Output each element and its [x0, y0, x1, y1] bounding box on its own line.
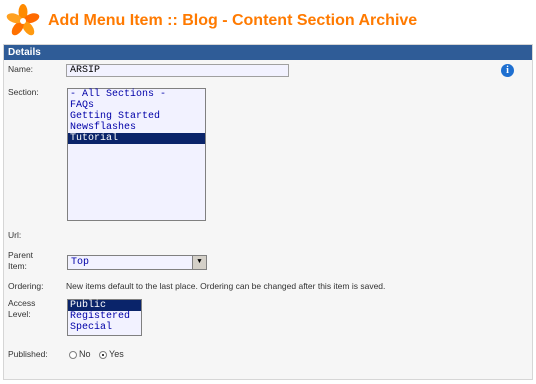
- access-option-public[interactable]: Public: [68, 300, 141, 311]
- name-label: Name:: [8, 64, 34, 74]
- parent-item-value: Top: [71, 257, 90, 268]
- published-yes-radio[interactable]: [99, 350, 108, 359]
- page-header: Add Menu Item :: Blog - Content Section …: [0, 0, 536, 42]
- info-icon[interactable]: i: [501, 64, 514, 77]
- section-option-all[interactable]: - All Sections -: [68, 89, 205, 100]
- section-listbox[interactable]: - All Sections - FAQs Getting Started Ne…: [67, 88, 206, 221]
- section-label: Section:: [8, 87, 39, 97]
- section-option-tutorial[interactable]: Tutorial: [68, 133, 205, 144]
- ordering-text: New items default to the last place. Ord…: [66, 281, 386, 291]
- name-field[interactable]: ARSIP: [66, 64, 289, 77]
- parent-item-label-line1: Parent: [8, 250, 34, 260]
- access-option-special[interactable]: Special: [68, 322, 141, 333]
- section-option-newsflashes[interactable]: Newsflashes: [68, 122, 205, 133]
- details-header: Details: [4, 45, 532, 60]
- published-no-radio[interactable]: [69, 350, 77, 359]
- access-level-listbox[interactable]: Public Registered Special: [67, 299, 142, 336]
- url-label: Url:: [8, 230, 22, 240]
- page-title: Add Menu Item :: Blog - Content Section …: [48, 12, 418, 29]
- parent-item-label-line2: Item:: [8, 261, 27, 271]
- published-yes-label: Yes: [109, 349, 124, 359]
- published-label: Published:: [8, 349, 48, 359]
- published-no-label: No: [79, 349, 91, 359]
- parent-item-select[interactable]: Top ▼: [67, 255, 207, 270]
- access-level-label-line1: Access: [8, 298, 36, 308]
- section-option-getting-started[interactable]: Getting Started: [68, 111, 205, 122]
- details-panel: Details Name: ARSIP i Section: - All Sec…: [3, 44, 533, 380]
- section-option-faqs[interactable]: FAQs: [68, 100, 205, 111]
- access-level-label-line2: Level:: [8, 309, 31, 319]
- ordering-label: Ordering:: [8, 281, 44, 291]
- published-radio-group: No Yes: [69, 349, 130, 359]
- access-option-registered[interactable]: Registered: [68, 311, 141, 322]
- joomla-star-icon: [6, 4, 40, 36]
- chevron-down-icon[interactable]: ▼: [192, 256, 206, 269]
